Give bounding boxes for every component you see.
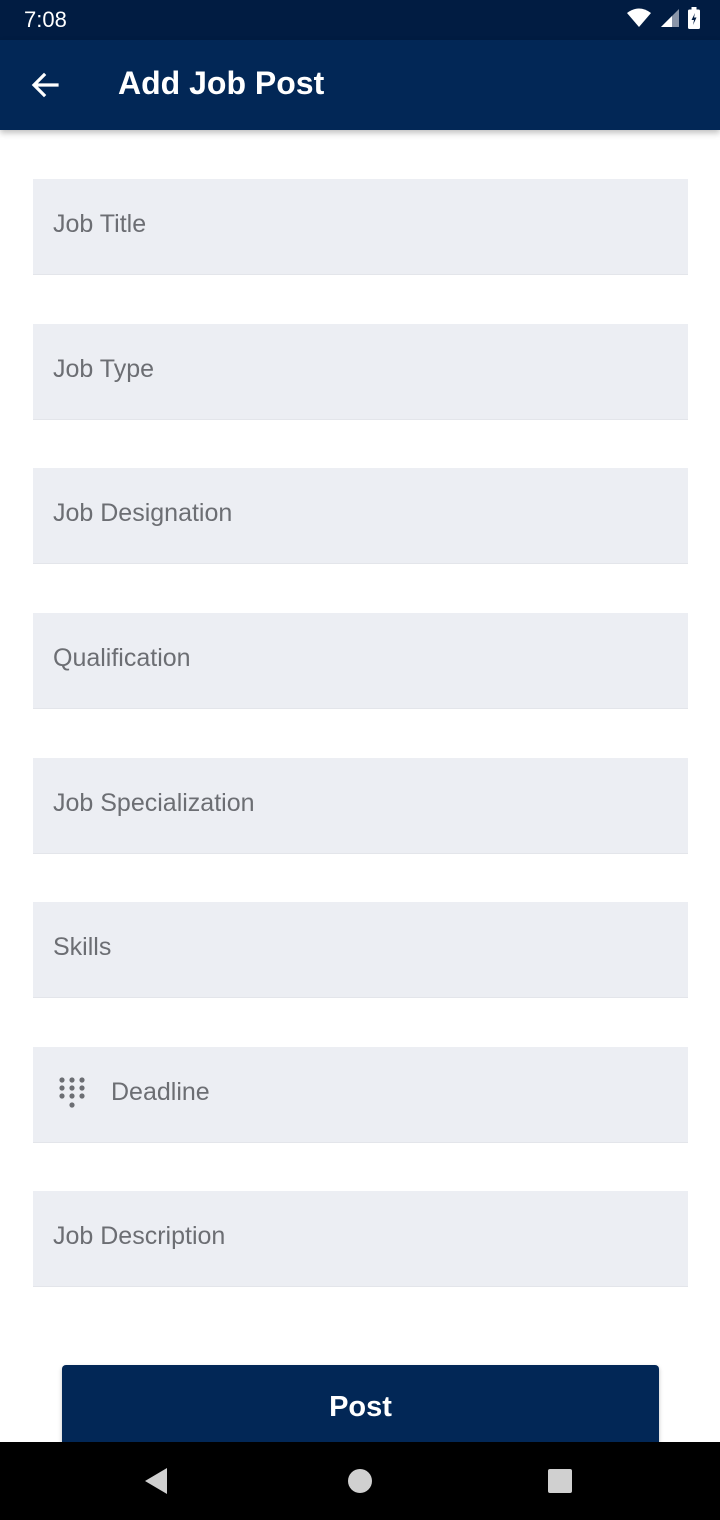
wifi-icon: [626, 8, 652, 33]
recents-square-icon: [548, 1469, 572, 1493]
job-designation-field[interactable]: Job Designation: [33, 468, 688, 564]
dialpad-icon: [59, 1077, 85, 1108]
job-specialization-label: Job Specialization: [53, 789, 255, 817]
deadline-label: Deadline: [111, 1078, 210, 1106]
job-specialization-field[interactable]: Job Specialization: [33, 758, 688, 854]
page-title: Add Job Post: [118, 65, 325, 101]
job-designation-label: Job Designation: [53, 499, 233, 527]
post-button[interactable]: Post: [62, 1365, 659, 1451]
status-icons: [618, 6, 700, 34]
cellular-signal-icon: [660, 8, 680, 33]
job-description-label: Job Description: [53, 1222, 226, 1250]
qualification-label: Qualification: [53, 644, 191, 672]
job-description-field[interactable]: Job Description: [33, 1191, 688, 1287]
job-type-field[interactable]: Job Type: [33, 324, 688, 420]
status-time: 7:08: [24, 7, 67, 32]
back-button[interactable]: [22, 62, 68, 108]
status-bar: 7:08: [0, 0, 720, 40]
skills-field[interactable]: Skills: [33, 902, 688, 998]
app-bar: Add Job Post: [0, 40, 720, 130]
nav-home-button[interactable]: [335, 1456, 385, 1506]
nav-back-button[interactable]: [131, 1456, 181, 1506]
skills-label: Skills: [53, 933, 112, 961]
job-title-field[interactable]: Job Title: [33, 179, 688, 275]
job-title-label: Job Title: [53, 210, 147, 238]
navigation-bar: [0, 1442, 720, 1520]
nav-recents-button[interactable]: [535, 1456, 585, 1506]
home-circle-icon: [348, 1469, 372, 1493]
back-triangle-icon: [145, 1468, 167, 1494]
add-job-post-screen: 7:08 Add Job Post Job Title Job Type Job…: [0, 0, 720, 1520]
battery-icon: [688, 6, 700, 34]
qualification-field[interactable]: Qualification: [33, 613, 688, 709]
deadline-field[interactable]: Deadline: [33, 1047, 688, 1143]
arrow-left-icon: [31, 72, 59, 98]
job-type-label: Job Type: [53, 355, 155, 383]
